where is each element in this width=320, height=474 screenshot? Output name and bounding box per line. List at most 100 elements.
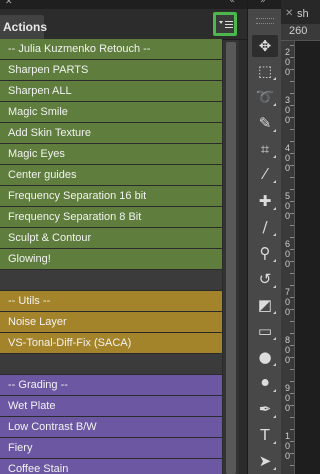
ruler-tick xyxy=(290,309,294,310)
move-tool-glyph: ✥ xyxy=(258,37,272,55)
action-item[interactable]: -- Grading -- xyxy=(0,375,222,395)
action-item[interactable]: -- Utils -- xyxy=(0,291,222,311)
scrollbar-thumb[interactable] xyxy=(226,42,236,474)
action-item[interactable]: Frequency Separation 8 Bit xyxy=(0,207,222,227)
document-tab-name: sh xyxy=(297,8,309,20)
path-selection-tool-glyph: ➤ xyxy=(258,452,272,470)
move-tool-icon[interactable]: ✥ xyxy=(252,35,278,57)
path-selection-tool-icon[interactable]: ➤ xyxy=(252,450,278,472)
marquee-tool-icon[interactable]: ⬚ xyxy=(252,60,278,82)
tools-panel: » ✥ ⬚ ➰ ✎ ⌗ ⁄ ✚ ∕ ⚲ ↺ ◩ ▭ ● ⚫ ✒ T ➤ xyxy=(247,0,281,474)
action-item[interactable]: Sharpen PARTS xyxy=(0,60,222,80)
action-item[interactable]: Magic Eyes xyxy=(0,144,222,164)
lasso-tool-glyph: ➰ xyxy=(255,88,275,106)
ruler-tick xyxy=(290,273,294,274)
ruler-tick xyxy=(290,225,294,226)
document-canvas[interactable] xyxy=(295,41,320,474)
ruler-tick xyxy=(290,177,294,178)
tool-flyout-indicator xyxy=(273,155,276,158)
brush-tool-glyph: ∕ xyxy=(262,218,268,236)
menu-arrow-icon xyxy=(219,21,223,24)
healing-brush-tool-icon[interactable]: ✚ xyxy=(252,190,278,212)
close-document-icon[interactable]: ✕ xyxy=(285,4,293,24)
quick-selection-tool-icon[interactable]: ✎ xyxy=(252,112,278,134)
ruler-left-label: 700 xyxy=(284,287,290,317)
ruler-tick xyxy=(290,357,294,358)
blur-tool-glyph: ● xyxy=(258,348,272,366)
blur-tool-icon[interactable]: ● xyxy=(252,346,278,368)
crop-tool-glyph: ⌗ xyxy=(260,140,270,158)
lasso-tool-icon[interactable]: ➰ xyxy=(252,86,278,108)
ruler-tick xyxy=(290,321,294,322)
tool-flyout-indicator xyxy=(273,103,276,106)
panel-tab-bar: Actions xyxy=(0,9,247,40)
ruler-left-label: 600 xyxy=(284,239,290,269)
type-tool-icon[interactable]: T xyxy=(252,424,278,446)
scrollbar-track[interactable] xyxy=(223,40,239,474)
brush-tool-icon[interactable]: ∕ xyxy=(252,216,278,238)
action-item[interactable]: Center guides xyxy=(0,165,222,185)
actions-list: -- Julia Kuzmenko Retouch -- Sharpen PART… xyxy=(0,39,222,474)
crop-tool-icon[interactable]: ⌗ xyxy=(252,138,278,160)
ruler-tick xyxy=(290,405,294,406)
action-item[interactable]: Wet Plate xyxy=(0,396,222,416)
action-item[interactable]: Add Skin Texture xyxy=(0,123,222,143)
actions-panel: ✕ « Actions -- Julia Kuzmenko Retouch --… xyxy=(0,0,247,474)
ruler-tick xyxy=(290,57,294,58)
action-item[interactable]: Sharpen ALL xyxy=(0,81,222,101)
action-item[interactable]: Low Contrast B/W xyxy=(0,417,222,437)
vertical-ruler: 200 300 400 500 600 700 800 900 100 xyxy=(281,41,295,474)
tab-actions-label: Actions xyxy=(3,20,48,34)
action-set-spacer xyxy=(0,270,222,290)
marquee-tool-glyph: ⬚ xyxy=(257,62,273,80)
clone-stamp-tool-icon[interactable]: ⚲ xyxy=(252,242,278,264)
ruler-tick xyxy=(290,237,294,238)
ruler-tick xyxy=(290,45,294,46)
pen-tool-icon[interactable]: ✒ xyxy=(252,398,278,420)
ruler-left-label: 900 xyxy=(284,383,290,413)
action-item[interactable]: Noise Layer xyxy=(0,312,222,332)
menu-line-icon xyxy=(225,21,233,22)
document-tab[interactable]: ✕ sh xyxy=(285,4,320,24)
ruler-tick xyxy=(290,261,294,262)
tool-flyout-indicator xyxy=(273,467,276,470)
ruler-tick xyxy=(290,213,294,214)
ruler-tick xyxy=(290,333,294,334)
close-panel-icon[interactable]: ✕ xyxy=(5,0,13,7)
eyedropper-tool-icon[interactable]: ⁄ xyxy=(252,163,278,185)
action-item[interactable]: Magic Smile xyxy=(0,102,222,122)
tool-flyout-indicator xyxy=(273,441,276,444)
gradient-tool-icon[interactable]: ▭ xyxy=(252,320,278,342)
collapse-tools-icon[interactable]: » xyxy=(260,0,266,6)
eraser-tool-icon[interactable]: ◩ xyxy=(252,294,278,316)
panel-menu-button[interactable] xyxy=(213,12,237,36)
action-item[interactable]: Frequency Separation 16 bit xyxy=(0,186,222,206)
ruler-tick xyxy=(290,297,294,298)
ruler-left-label: 200 xyxy=(284,47,290,77)
ruler-left-label: 300 xyxy=(284,95,290,125)
tool-flyout-indicator xyxy=(273,259,276,262)
ruler-tick xyxy=(290,465,294,466)
menu-line-icon xyxy=(225,24,233,25)
ruler-tick xyxy=(290,117,294,118)
action-item[interactable]: Coffee Stain xyxy=(0,459,222,474)
tab-actions[interactable]: Actions xyxy=(0,15,48,39)
dodge-tool-icon[interactable]: ⚫ xyxy=(252,372,278,394)
tools-header-strip: » xyxy=(248,0,281,9)
action-item[interactable]: Glowing! xyxy=(0,249,222,269)
action-item[interactable]: Fiery xyxy=(0,438,222,458)
ruler-tick xyxy=(290,81,294,82)
collapse-panel-icon[interactable]: « xyxy=(229,0,235,6)
action-item[interactable]: -- Julia Kuzmenko Retouch -- xyxy=(0,39,222,59)
tool-flyout-indicator xyxy=(273,207,276,210)
action-item[interactable]: Sculpt & Contour xyxy=(0,228,222,248)
gradient-tool-glyph: ▭ xyxy=(257,322,273,340)
tools-grip-handle[interactable] xyxy=(256,18,274,24)
tool-flyout-indicator xyxy=(273,180,276,183)
history-brush-tool-icon[interactable]: ↺ xyxy=(252,268,278,290)
tool-flyout-indicator xyxy=(273,311,276,314)
ruler-tick xyxy=(290,93,294,94)
ruler-tick xyxy=(290,249,294,250)
tool-flyout-indicator xyxy=(273,233,276,236)
action-item[interactable]: VS-Tonal-Diff-Fix (SACA) xyxy=(0,333,222,353)
